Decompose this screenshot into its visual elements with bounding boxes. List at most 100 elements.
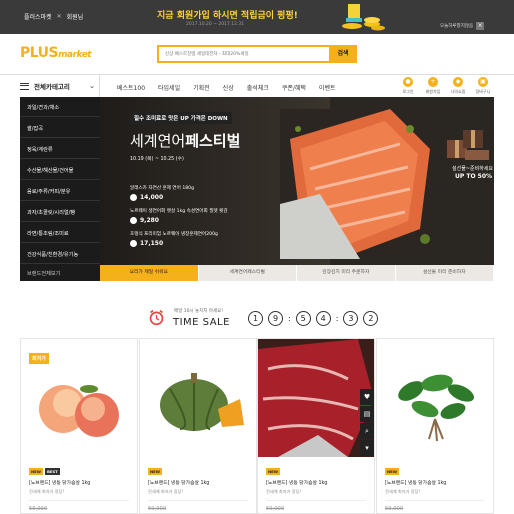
quick-signup[interactable]: + 회원가입: [425, 77, 441, 95]
category-item[interactable]: 과자/초콜릿/시리얼/빵: [27, 209, 75, 216]
category-divider: [20, 221, 100, 222]
close-icon[interactable]: ×: [476, 22, 485, 30]
search-icon[interactable]: ⌕: [360, 423, 374, 439]
hero-banner[interactable]: 필수 조미료로 맛은 UP 가격은 DOWN 세계연어페스티벌 10.19 (목…: [100, 97, 494, 265]
pumpkin-image: [140, 339, 256, 457]
user-icon: ●: [403, 77, 413, 87]
side-promo-discount: UP TO 50%: [455, 173, 493, 180]
site-logo[interactable]: PLUSmarket: [20, 45, 92, 61]
product-price: 59,000: [148, 506, 167, 512]
logo-part-b: market: [58, 50, 92, 60]
close-today-button[interactable]: 오늘하루열지않음 ×: [440, 22, 485, 30]
filter-icon[interactable]: ▾: [360, 440, 374, 456]
new-tag: NEW: [148, 468, 162, 475]
category-divider: [20, 242, 100, 243]
category-item[interactable]: 라면/통조림/조미료: [27, 230, 69, 237]
top-banner-title: 지금 회원가입 하시면 적립금이 펑펑!: [157, 11, 298, 21]
product-tags: NEW: [266, 468, 280, 475]
quick-cart[interactable]: ▣ 장바구니: [475, 77, 491, 95]
product-tags: NEW: [385, 468, 399, 475]
product-tags: NEW BEST: [29, 468, 60, 475]
product-card[interactable]: 최저가 NEW BEST [노브랜드] 냉동 닭가슴살 1kg 전세계 최저가 …: [20, 338, 138, 514]
product-card[interactable]: NEW [노브랜드] 냉동 닭가슴살 1kg 전세계 최저가 정당! 59,00…: [139, 338, 257, 514]
category-divider: [20, 116, 100, 117]
hero-item-price-value: 14,000: [140, 194, 164, 201]
top-banner-brand-a: 플러스마켓: [24, 14, 52, 21]
category-item[interactable]: 쌀/잡곡: [27, 125, 43, 132]
quick-signup-label: 회원가입: [425, 89, 441, 94]
search-box: 검색: [157, 45, 357, 63]
quick-cart-label: 장바구니: [475, 89, 491, 94]
new-tag: NEW: [385, 468, 399, 475]
product-divider: [148, 500, 248, 501]
timesale-subtitle: 매일 10시 놓치지 마세요!: [174, 309, 224, 314]
product-card[interactable]: ♥ ▤ ⌕ ▾ NEW [노브랜드] 냉동 닭가슴살 1kg 전세계 최저가 정…: [257, 338, 375, 514]
product-name[interactable]: [노브랜드] 냉동 닭가슴살 1kg: [385, 479, 446, 486]
product-name[interactable]: [노브랜드] 냉동 닭가슴살 1kg: [148, 479, 209, 486]
category-item[interactable]: 과일/견과/채소: [27, 104, 59, 111]
menu-attendance[interactable]: 출석체크: [247, 83, 269, 92]
hero-tab[interactable]: 김장김치 미리 주문하자: [297, 265, 396, 281]
product-price: 59,000: [29, 506, 48, 512]
product-divider: [385, 500, 485, 501]
hero-title-a: 세계연어: [130, 132, 186, 150]
product-name[interactable]: [노브랜드] 냉동 닭가슴살 1kg: [266, 479, 327, 486]
category-item[interactable]: 음료/주류/커피/분유: [27, 188, 70, 195]
menu-best100[interactable]: 베스트100: [117, 83, 145, 92]
product-name[interactable]: [노브랜드] 냉동 닭가슴살 1kg: [29, 479, 90, 486]
menu-coupons[interactable]: 쿠폰/혜택: [282, 83, 306, 92]
product-desc: 전세계 최저가 정당!: [148, 489, 184, 494]
hero-title: 세계연어페스티벌: [130, 130, 240, 151]
menu-new[interactable]: 신상: [223, 83, 234, 92]
quick-login[interactable]: ● 로그인: [400, 77, 416, 95]
all-categories-button[interactable]: 전체카테고리 ⌄: [20, 75, 100, 97]
hero-tab[interactable]: 세계연어페스티벌: [198, 265, 297, 281]
product-tags: NEW: [148, 468, 162, 475]
hero-tab[interactable]: 요리가 제일 쉬워요: [100, 265, 199, 281]
hero-tab-strip: 요리가 제일 쉬워요 세계연어페스티벌 김장김치 미리 주문하자 설선물 미리 …: [100, 265, 494, 281]
category-divider: [20, 263, 100, 264]
product-divider: [29, 500, 129, 501]
menu-timesale[interactable]: 타임세일: [158, 83, 180, 92]
product-action-bar: ♥ ▤ ⌕ ▾: [360, 389, 374, 456]
chevron-down-icon: ⌄: [89, 82, 95, 90]
beef-steak-image: [258, 339, 374, 457]
category-item[interactable]: 정육/계란류: [27, 146, 53, 153]
menu-event[interactable]: 이벤트: [319, 83, 336, 92]
menu-exhibition[interactable]: 기획전: [193, 83, 210, 92]
lowest-price-badge: 최저가: [29, 353, 49, 364]
hero-item-price: 14,000: [130, 194, 163, 201]
quick-login-label: 로그인: [402, 89, 414, 94]
timer-digit: 2: [363, 311, 379, 326]
hero-item-name: 노르웨이 생연어회 뱃살 1kg 속성연어회 필렛 횟감: [130, 209, 228, 214]
category-divider: [20, 158, 100, 159]
close-today-label: 오늘하루열지않음: [440, 24, 474, 29]
timer-digit: 5: [295, 311, 311, 326]
search-button[interactable]: 검색: [329, 45, 357, 63]
timer-digit: 9: [268, 311, 283, 326]
product-grid: 최저가 NEW BEST [노브랜드] 냉동 닭가슴살 1kg 전세계 최저가 …: [20, 338, 494, 514]
product-card[interactable]: NEW [노브랜드] 냉동 닭가슴살 1kg 전세계 최저가 정당! 59,00…: [376, 338, 494, 514]
category-item[interactable]: 건강식품/친환경/유기농: [27, 251, 78, 258]
product-price: 59,000: [385, 506, 404, 512]
search-input[interactable]: [165, 47, 325, 61]
salmon-fillet-image: [280, 109, 430, 259]
category-all-brands[interactable]: 브랜드전체보기: [27, 270, 60, 277]
hero-tab[interactable]: 설선물 미리 준비하자: [395, 265, 494, 281]
countdown-timer: 1 9 : 5 4 : 3 2: [248, 311, 379, 326]
times-icon: ✕: [56, 13, 62, 20]
timer-colon: :: [335, 314, 339, 323]
hero-item-price: 17,150: [130, 240, 163, 247]
hero-title-b: 페스티벌: [185, 132, 241, 150]
alarm-clock-icon: [149, 309, 164, 326]
quick-myshopping-label: 나의쇼핑: [450, 89, 466, 94]
quick-myshopping[interactable]: ◆ 나의쇼핑: [450, 77, 466, 95]
cart-icon[interactable]: ▤: [360, 406, 374, 422]
product-desc: 전세계 최저가 정당!: [266, 489, 302, 494]
hero-date: 10.19 (목) ~ 10.25 (수): [130, 157, 184, 162]
heart-icon[interactable]: ♥: [360, 389, 374, 405]
coin-icon: [130, 217, 137, 224]
category-item[interactable]: 수산물/해산물/건어물: [27, 167, 73, 174]
page: { "top_banner": { "left_a": "플러스마켓", "le…: [0, 0, 514, 514]
product-price: 59,000: [266, 506, 285, 512]
